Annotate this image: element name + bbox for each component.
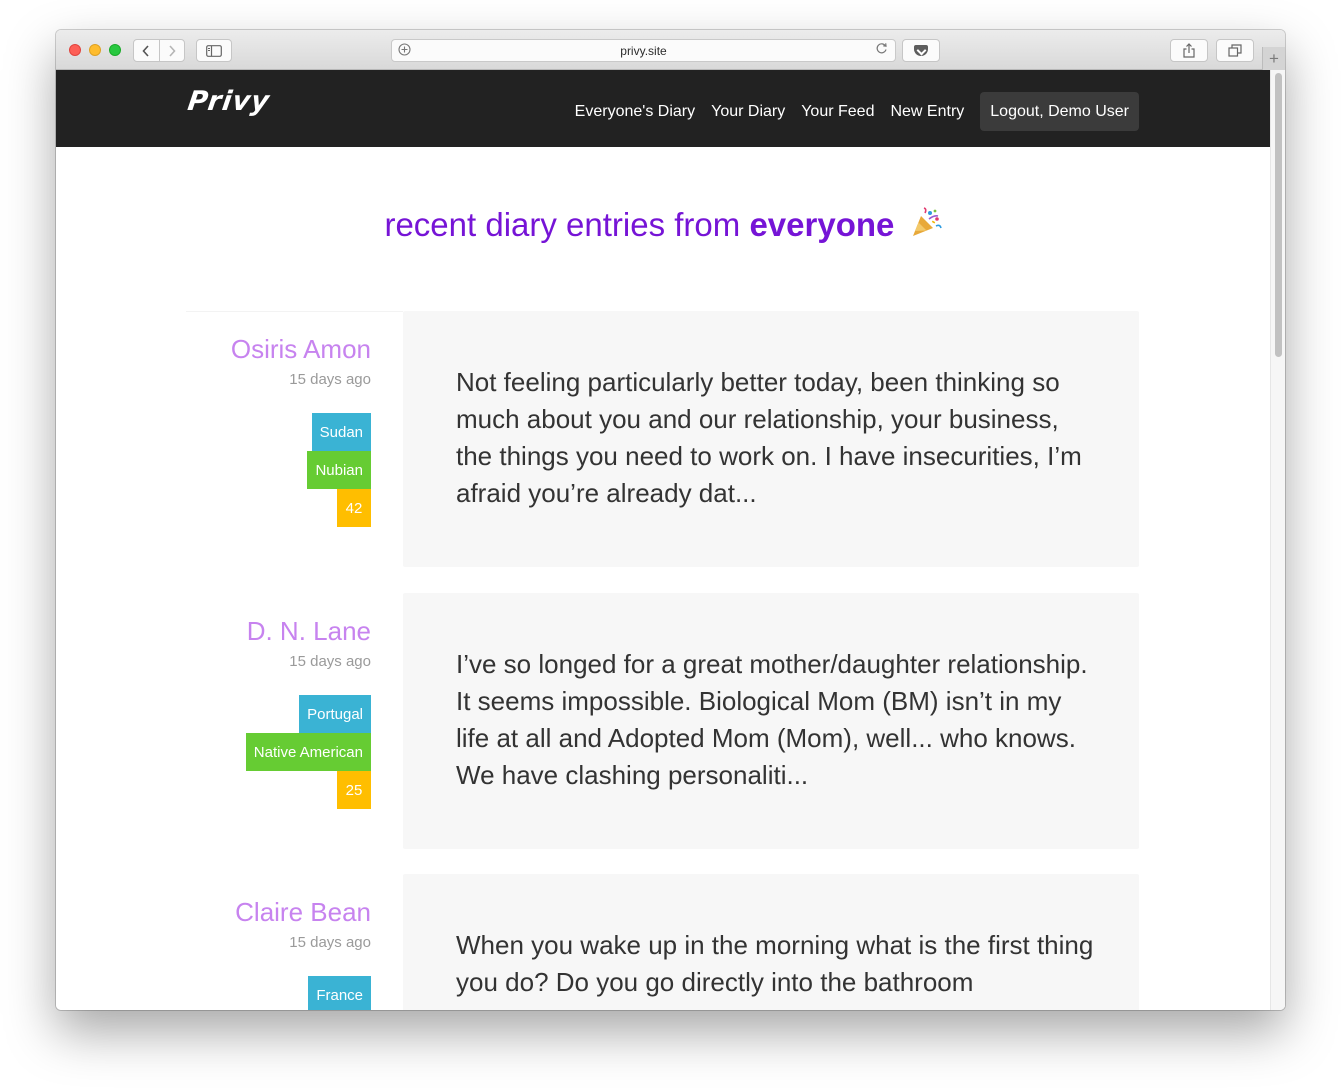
pocket-icon (914, 45, 928, 56)
site-navbar: Privy Everyone's Diary Your Diary Your F… (56, 70, 1270, 147)
age-tag[interactable]: 25 (337, 771, 371, 809)
entry-excerpt: Not feeling particularly better today, b… (456, 367, 1082, 508)
diary-entry[interactable]: Claire Bean 15 days ago France When you … (186, 874, 1139, 1010)
entry-meta: D. N. Lane 15 days ago Portugal Native A… (186, 593, 371, 849)
plus-icon: + (1269, 48, 1279, 68)
entry-tags: Portugal Native American 25 (245, 695, 371, 809)
page-title: recent diary entries from everyone (56, 206, 1270, 244)
pocket-button[interactable] (902, 39, 940, 62)
address-url: privy.site (620, 43, 667, 58)
entry-tags: Sudan Nubian 42 (307, 413, 371, 527)
minimize-window-button[interactable] (89, 44, 101, 56)
nav-your-diary[interactable]: Your Diary (711, 103, 785, 121)
entry-author[interactable]: Claire Bean (235, 897, 371, 928)
entry-excerpt: I’ve so longed for a great mother/daught… (456, 649, 1088, 790)
entry-author[interactable]: D. N. Lane (247, 616, 371, 647)
ethnicity-tag[interactable]: Nubian (307, 451, 371, 489)
diary-entry[interactable]: D. N. Lane 15 days ago Portugal Native A… (186, 593, 1139, 849)
entry-card[interactable]: I’ve so longed for a great mother/daught… (403, 593, 1139, 849)
page-title-prefix: recent diary entries from (384, 206, 741, 243)
entry-timestamp: 15 days ago (289, 371, 371, 388)
diary-entry[interactable]: Osiris Amon 15 days ago Sudan Nubian 42 … (186, 311, 1139, 567)
nav-links: Everyone's Diary Your Diary Your Feed Ne… (559, 92, 1139, 131)
entry-excerpt: When you wake up in the morning what is … (456, 930, 1094, 997)
entry-timestamp: 15 days ago (289, 934, 371, 951)
nav-your-feed[interactable]: Your Feed (801, 103, 874, 121)
age-tag[interactable]: 42 (337, 489, 371, 527)
address-bar[interactable]: privy.site (391, 39, 896, 62)
reload-icon[interactable] (875, 42, 888, 58)
entry-meta: Claire Bean 15 days ago France (186, 874, 371, 1010)
country-tag[interactable]: Portugal (299, 695, 371, 733)
entry-card[interactable]: Not feeling particularly better today, b… (403, 311, 1139, 567)
share-icon (1183, 43, 1195, 58)
nav-new-entry[interactable]: New Entry (890, 103, 964, 121)
share-button[interactable] (1170, 39, 1208, 62)
entry-tags: France (308, 976, 371, 1010)
close-window-button[interactable] (69, 44, 81, 56)
tabs-icon (1228, 44, 1242, 57)
zoom-window-button[interactable] (109, 44, 121, 56)
page-scrollbar[interactable] (1270, 70, 1285, 1010)
ethnicity-tag[interactable]: Native American (245, 733, 371, 771)
country-tag[interactable]: France (308, 976, 371, 1010)
history-nav-group (133, 39, 185, 62)
entry-meta: Osiris Amon 15 days ago Sudan Nubian 42 (186, 311, 371, 567)
browser-window: privy.site + Privy Everyone's Diary Your… (56, 30, 1285, 1010)
browser-toolbar: privy.site + (56, 30, 1285, 70)
entry-timestamp: 15 days ago (289, 653, 371, 670)
nav-everyones-diary[interactable]: Everyone's Diary (575, 103, 695, 121)
scrollbar-thumb[interactable] (1275, 73, 1282, 357)
show-tabs-button[interactable] (1216, 39, 1254, 62)
entry-author[interactable]: Osiris Amon (231, 334, 371, 365)
page-title-emphasis: everyone (749, 206, 895, 243)
entry-card[interactable]: When you wake up in the morning what is … (403, 874, 1139, 1010)
party-popper-icon (912, 207, 942, 236)
new-tab-button[interactable]: + (1262, 47, 1285, 70)
site-logo[interactable]: Privy (186, 86, 272, 117)
sidebar-icon (206, 44, 222, 57)
forward-icon[interactable] (158, 40, 184, 61)
logout-button[interactable]: Logout, Demo User (980, 92, 1139, 131)
country-tag[interactable]: Sudan (311, 413, 371, 451)
sidebar-toggle-button[interactable] (196, 39, 232, 62)
page-viewport: Privy Everyone's Diary Your Diary Your F… (56, 70, 1285, 1010)
site-info-icon[interactable] (398, 43, 411, 59)
back-icon[interactable] (134, 40, 159, 61)
